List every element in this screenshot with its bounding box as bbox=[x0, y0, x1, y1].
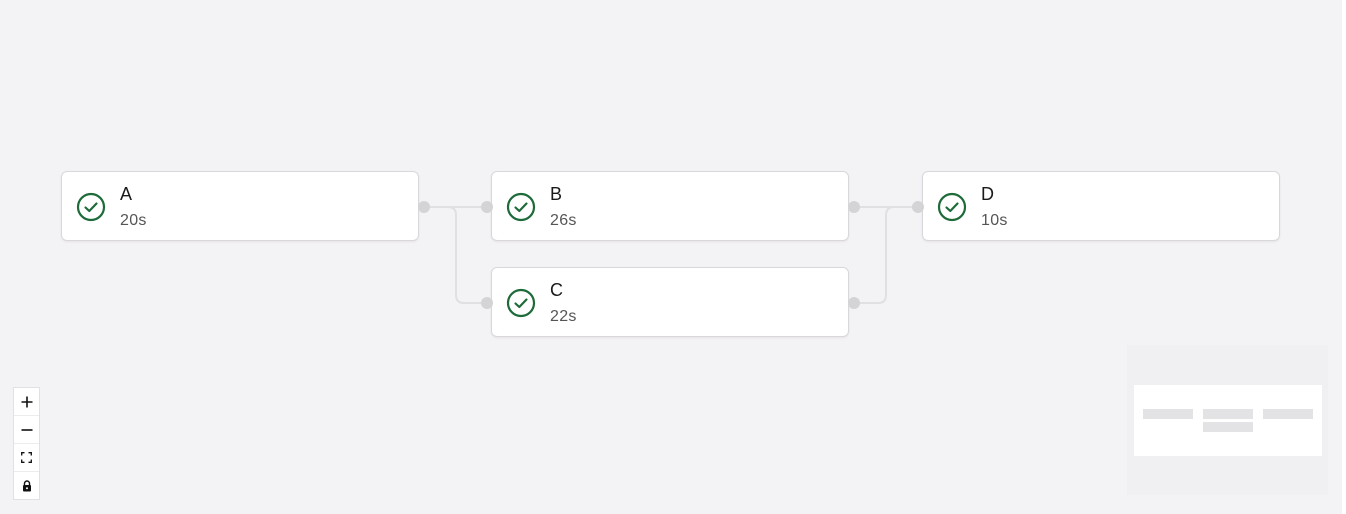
minimap-node bbox=[1203, 409, 1253, 419]
canvas-controls bbox=[13, 387, 40, 500]
node-name: B bbox=[550, 184, 563, 204]
node-name: C bbox=[550, 280, 563, 300]
plus-icon bbox=[21, 396, 32, 407]
node-duration: 20s bbox=[120, 212, 147, 229]
edge-a-c bbox=[424, 206, 487, 304]
edge-c-d bbox=[854, 206, 918, 304]
check-circle-icon bbox=[76, 192, 106, 222]
lock-icon bbox=[22, 479, 31, 491]
check-circle-icon bbox=[506, 288, 536, 318]
node-duration: 26s bbox=[550, 212, 577, 229]
node-a[interactable]: A 20s bbox=[61, 171, 419, 241]
minimap[interactable] bbox=[1127, 345, 1328, 495]
node-name: A bbox=[120, 184, 133, 204]
node-duration: 10s bbox=[981, 212, 1008, 229]
minus-icon bbox=[21, 428, 32, 431]
node-b[interactable]: B 26s bbox=[491, 171, 849, 241]
zoom-in-button[interactable] bbox=[14, 388, 39, 416]
lock-button[interactable] bbox=[14, 472, 39, 499]
fit-view-button[interactable] bbox=[14, 444, 39, 472]
minimap-node bbox=[1263, 409, 1313, 419]
canvas-edge bbox=[1342, 0, 1346, 514]
minimap-node bbox=[1143, 409, 1193, 419]
node-d[interactable]: D 10s bbox=[922, 171, 1280, 241]
minimap-viewport[interactable] bbox=[1134, 385, 1322, 456]
node-c[interactable]: C 22s bbox=[491, 267, 849, 337]
minimap-node bbox=[1203, 422, 1253, 432]
node-name: D bbox=[981, 184, 994, 204]
check-circle-icon bbox=[937, 192, 967, 222]
zoom-out-button[interactable] bbox=[14, 416, 39, 444]
node-duration: 22s bbox=[550, 308, 577, 325]
fit-view-icon bbox=[21, 452, 32, 463]
check-circle-icon bbox=[506, 192, 536, 222]
